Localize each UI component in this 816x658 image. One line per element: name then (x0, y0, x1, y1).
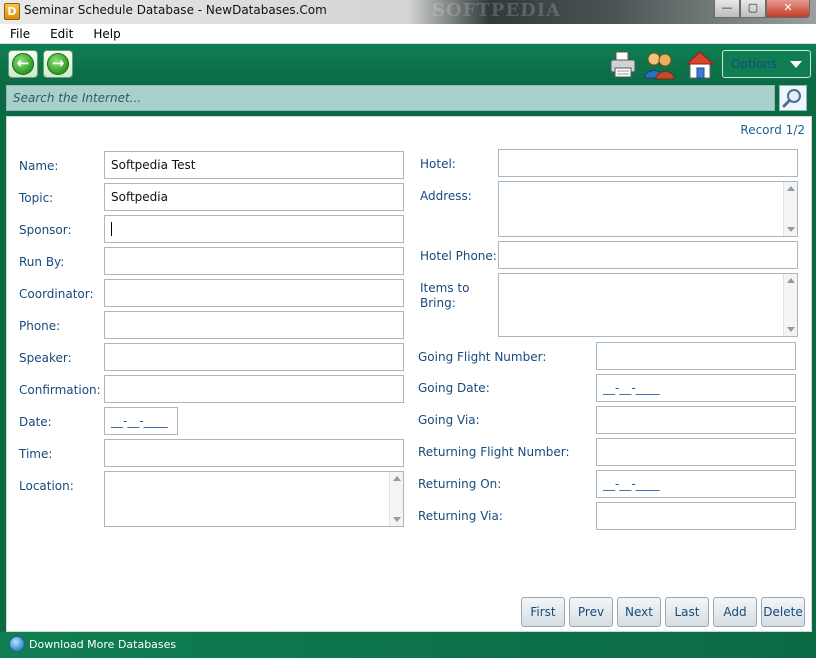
address-field[interactable] (498, 181, 798, 237)
first-button[interactable]: First (521, 597, 565, 627)
items-to-bring-label: Items to Bring: (420, 281, 470, 310)
sponsor-label: Sponsor: (19, 223, 72, 237)
menu-help[interactable]: Help (83, 24, 130, 43)
last-button[interactable]: Last (665, 597, 709, 627)
scroll-down-icon[interactable] (787, 327, 795, 332)
topic-label: Topic: (19, 191, 54, 205)
title-bar: D Seminar Schedule Database - NewDatabas… (0, 0, 816, 24)
hotel-phone-label: Hotel Phone: (420, 249, 497, 263)
returning-flight-number-field[interactable] (596, 438, 796, 466)
back-arrow-icon: ← (12, 53, 34, 75)
going-via-label: Going Via: (418, 413, 480, 427)
speaker-field[interactable] (104, 343, 404, 371)
globe-icon (9, 636, 25, 652)
confirmation-field[interactable] (104, 375, 404, 403)
users-icon (644, 52, 675, 80)
address-label: Address: (420, 189, 472, 203)
date-field[interactable]: __-__-____ (104, 407, 178, 435)
sponsor-field[interactable] (104, 215, 404, 243)
going-via-field[interactable] (596, 406, 796, 434)
watermark: SOFTPEDIA (432, 0, 562, 21)
date-label: Date: (19, 415, 52, 429)
going-date-label: Going Date: (418, 381, 490, 395)
search-icon (782, 89, 801, 108)
speaker-label: Speaker: (19, 351, 72, 365)
home-button[interactable] (685, 50, 715, 80)
returning-on-field[interactable]: __-__-____ (596, 470, 796, 498)
app-icon: D (4, 3, 20, 20)
run-by-field[interactable] (104, 247, 404, 275)
phone-field[interactable] (104, 311, 404, 339)
confirmation-label: Confirmation: (19, 383, 101, 397)
forward-button[interactable]: → (43, 50, 73, 78)
printer-icon (610, 51, 636, 78)
record-form: Record 1/2 Name: Softpedia Test Topic: S… (6, 116, 812, 632)
scroll-up-icon[interactable] (393, 476, 401, 481)
menu-edit[interactable]: Edit (40, 24, 83, 43)
search-input[interactable]: Search the Internet... (6, 85, 775, 111)
close-button[interactable]: ✕ (766, 0, 810, 18)
returning-via-field[interactable] (596, 502, 796, 530)
location-label: Location: (19, 479, 74, 493)
prev-button[interactable]: Prev (569, 597, 613, 627)
going-date-field[interactable]: __-__-____ (596, 374, 796, 402)
download-more-link[interactable]: Download More Databases (29, 638, 176, 651)
window-controls: — ▢ ✕ (714, 0, 810, 18)
menu-bar: File Edit Help (0, 24, 816, 44)
maximize-button[interactable]: ▢ (740, 0, 766, 18)
options-dropdown[interactable]: Options (722, 50, 811, 78)
home-icon (685, 51, 715, 79)
hotel-field[interactable] (498, 149, 798, 177)
address-scrollbar[interactable] (783, 182, 797, 236)
phone-label: Phone: (19, 319, 61, 333)
users-button[interactable] (644, 50, 675, 80)
returning-on-label: Returning On: (418, 477, 502, 491)
items-to-bring-field[interactable] (498, 273, 798, 337)
run-by-label: Run By: (19, 255, 65, 269)
coordinator-field[interactable] (104, 279, 404, 307)
name-field[interactable]: Softpedia Test (104, 151, 404, 179)
returning-via-label: Returning Via: (418, 509, 503, 523)
delete-button[interactable]: Delete (761, 597, 805, 627)
back-button[interactable]: ← (8, 50, 38, 78)
scroll-up-icon[interactable] (787, 278, 795, 283)
scroll-down-icon[interactable] (393, 517, 401, 522)
scroll-down-icon[interactable] (787, 227, 795, 232)
coordinator-label: Coordinator: (19, 287, 94, 301)
time-label: Time: (19, 447, 53, 461)
print-button[interactable] (608, 50, 638, 80)
text-caret (111, 222, 112, 236)
name-label: Name: (19, 159, 59, 173)
time-field[interactable] (104, 439, 404, 467)
chevron-down-icon (790, 61, 802, 68)
hotel-label: Hotel: (420, 157, 456, 171)
menu-file[interactable]: File (0, 24, 40, 43)
window-title: Seminar Schedule Database - NewDatabases… (24, 3, 327, 17)
app-window: D Seminar Schedule Database - NewDatabas… (0, 0, 816, 658)
going-flight-number-label: Going Flight Number: (418, 350, 547, 364)
add-button[interactable]: Add (713, 597, 757, 627)
record-indicator: Record 1/2 (740, 123, 805, 137)
topic-field[interactable]: Softpedia (104, 183, 404, 211)
options-label: Options (731, 57, 778, 71)
forward-arrow-icon: → (47, 53, 69, 75)
going-flight-number-field[interactable] (596, 342, 796, 370)
returning-flight-number-label: Returning Flight Number: (418, 445, 570, 459)
scroll-up-icon[interactable] (787, 186, 795, 191)
items-scrollbar[interactable] (783, 274, 797, 336)
next-button[interactable]: Next (617, 597, 661, 627)
location-field[interactable] (104, 471, 404, 527)
hotel-phone-field[interactable] (498, 241, 798, 269)
toolbar: ← → (0, 44, 816, 84)
minimize-button[interactable]: — (714, 0, 740, 18)
location-scrollbar[interactable] (389, 472, 403, 526)
search-button[interactable] (779, 85, 807, 111)
